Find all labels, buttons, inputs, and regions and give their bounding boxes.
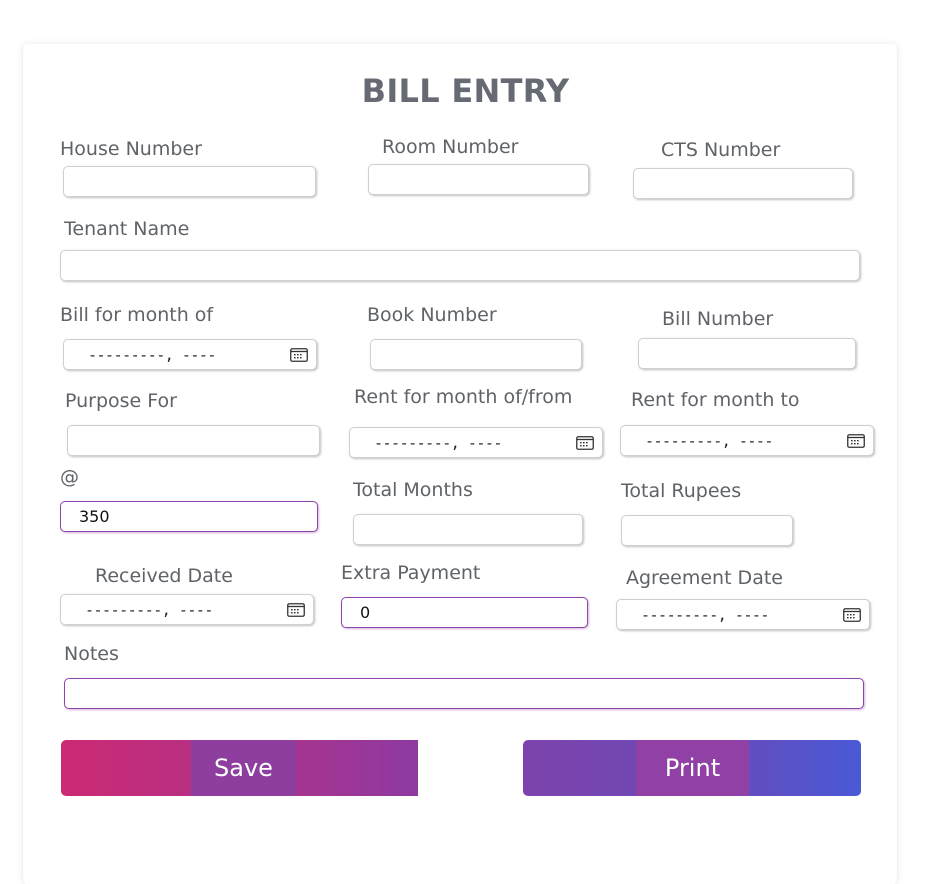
rent-to-value: ---------, ---- xyxy=(645,432,773,450)
rate-label: @ xyxy=(60,466,79,488)
calendar-icon[interactable] xyxy=(847,434,865,448)
total-months-input[interactable] xyxy=(353,514,583,545)
page-title: BILL ENTRY xyxy=(361,72,570,110)
agreement-date-label: Agreement Date xyxy=(626,567,783,589)
total-months-label: Total Months xyxy=(353,479,473,501)
print-button[interactable]: Print xyxy=(523,740,861,796)
rate-input[interactable] xyxy=(60,501,318,532)
rent-from-value: ---------, ---- xyxy=(374,434,502,452)
rent-from-picker[interactable]: ---------, ---- xyxy=(349,427,603,458)
total-rupees-label: Total Rupees xyxy=(621,480,742,502)
bill-number-input[interactable] xyxy=(638,338,856,369)
extra-payment-input[interactable] xyxy=(341,597,588,628)
cts-number-label: CTS Number xyxy=(661,139,781,161)
book-number-input[interactable] xyxy=(370,339,582,370)
bill-for-month-picker[interactable]: ---------, ---- xyxy=(63,339,317,370)
bill-number-label: Bill Number xyxy=(662,308,774,330)
extra-payment-label: Extra Payment xyxy=(341,562,481,584)
calendar-icon[interactable] xyxy=(287,603,305,617)
calendar-icon[interactable] xyxy=(843,608,861,622)
agreement-date-value: ---------, ---- xyxy=(641,606,769,624)
agreement-date-picker[interactable]: ---------, ---- xyxy=(616,599,870,630)
rent-from-label: Rent for month of/from xyxy=(354,386,573,408)
save-button-label: Save xyxy=(191,740,296,796)
purpose-for-label: Purpose For xyxy=(65,390,177,412)
calendar-icon[interactable] xyxy=(576,436,594,450)
received-date-picker[interactable]: ---------, ---- xyxy=(60,594,314,625)
room-number-input[interactable] xyxy=(368,164,589,195)
bill-for-month-value: ---------, ---- xyxy=(88,346,216,364)
house-number-input[interactable] xyxy=(63,166,316,197)
tenant-name-label: Tenant Name xyxy=(64,218,190,240)
rent-to-picker[interactable]: ---------, ---- xyxy=(620,425,874,456)
house-number-label: House Number xyxy=(60,138,202,160)
room-number-label: Room Number xyxy=(382,136,519,158)
total-rupees-input[interactable] xyxy=(621,515,793,546)
bill-for-month-label: Bill for month of xyxy=(60,304,214,326)
received-date-value: ---------, ---- xyxy=(85,601,213,619)
cts-number-input[interactable] xyxy=(633,168,853,199)
save-button[interactable]: Save xyxy=(61,740,418,796)
notes-input[interactable] xyxy=(64,678,864,709)
purpose-for-input[interactable] xyxy=(67,425,320,456)
print-button-label: Print xyxy=(636,740,749,796)
tenant-name-input[interactable] xyxy=(60,250,860,281)
book-number-label: Book Number xyxy=(367,304,497,326)
calendar-icon[interactable] xyxy=(290,348,308,362)
rent-to-label: Rent for month to xyxy=(631,389,800,411)
received-date-label: Received Date xyxy=(95,565,233,587)
notes-label: Notes xyxy=(64,643,119,665)
